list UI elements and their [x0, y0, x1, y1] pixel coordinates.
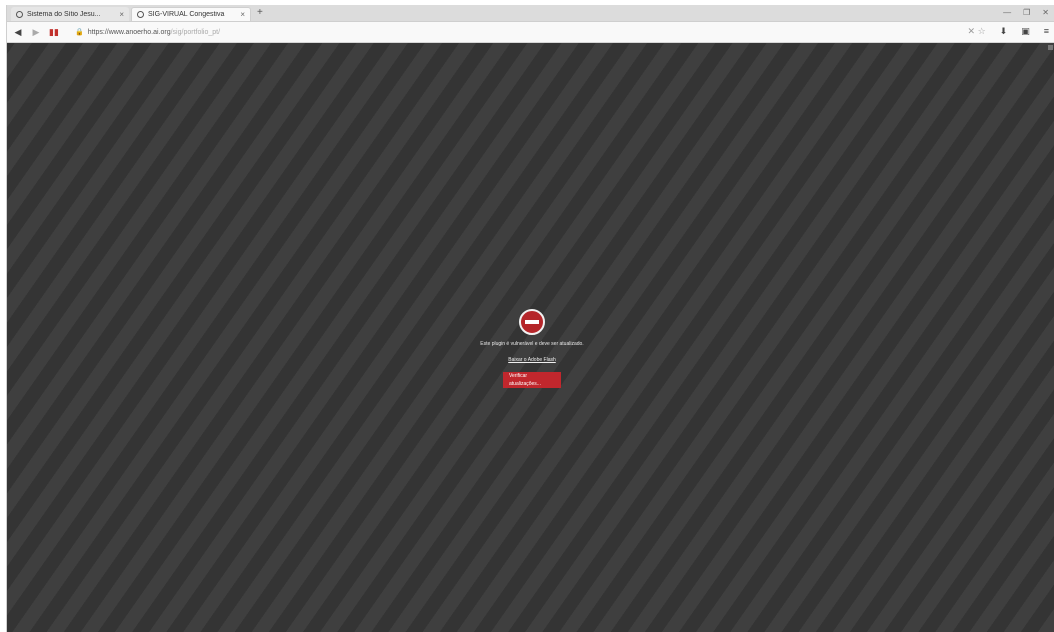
menu-icon[interactable]: ≡ — [1044, 26, 1049, 37]
plugin-flag-icon[interactable]: ▮▮ — [47, 27, 61, 38]
download-flash-link[interactable]: Baixar o Adobe Flash — [508, 357, 556, 364]
download-icon[interactable]: ⬇ — [1000, 26, 1008, 37]
lock-icon: 🔒 — [75, 29, 84, 36]
window-controls: — ❐ ✕ — [1003, 7, 1049, 19]
close-icon[interactable]: × — [119, 10, 124, 19]
check-updates-button[interactable]: Verificar atualizações... — [503, 372, 561, 388]
tab-title: Sistema do Sítio Jesu... — [27, 10, 101, 18]
tab-sistema[interactable]: Sistema do Sítio Jesu... × — [11, 7, 129, 21]
forward-button[interactable]: ▶ — [29, 27, 43, 38]
url-host: https://www.anoerho.ai.org — [87, 28, 171, 36]
blocked-plugin-panel: Este plugin é vulnerável e deve ser atua… — [447, 309, 617, 390]
page-actions-icon[interactable]: ✕ ☆ — [968, 26, 986, 37]
address-bar[interactable]: 🔒 https://www.anoerho.ai.org /sig/portfo… — [75, 25, 855, 39]
blocked-message: Este plugin é vulnerável e deve ser atua… — [480, 341, 584, 347]
minimize-button[interactable]: — — [1003, 7, 1011, 19]
globe-icon — [16, 10, 23, 18]
back-button[interactable]: ◀ — [11, 27, 25, 38]
toolbar: ✕ ☆ ⬇ ▣ ≡ — [968, 26, 1049, 37]
url-path: /sig/portfolio_pt/ — [170, 28, 221, 36]
maximize-button[interactable]: ❐ — [1023, 7, 1030, 19]
tab-strip: Sistema do Sítio Jesu... × SIG-VIRUAL Co… — [7, 5, 1054, 22]
corner-marker — [1048, 45, 1053, 50]
browser-window: Sistema do Sítio Jesu... × SIG-VIRUAL Co… — [6, 5, 1054, 632]
close-window-button[interactable]: ✕ — [1042, 7, 1049, 19]
page-content: Este plugin é vulnerável e deve ser atua… — [7, 43, 1054, 632]
new-tab-button[interactable]: + — [257, 7, 263, 19]
tab-title: SIG-VIRUAL Congestiva — [148, 11, 225, 18]
tab-sig-virtual[interactable]: SIG-VIRUAL Congestiva × — [131, 7, 251, 21]
library-icon[interactable]: ▣ — [1021, 26, 1030, 37]
blocked-icon — [519, 309, 545, 335]
close-icon[interactable]: × — [240, 10, 245, 19]
globe-icon — [137, 11, 144, 18]
navigation-bar: ◀ ▶ ▮▮ 🔒 https://www.anoerho.ai.org /sig… — [7, 22, 1054, 43]
